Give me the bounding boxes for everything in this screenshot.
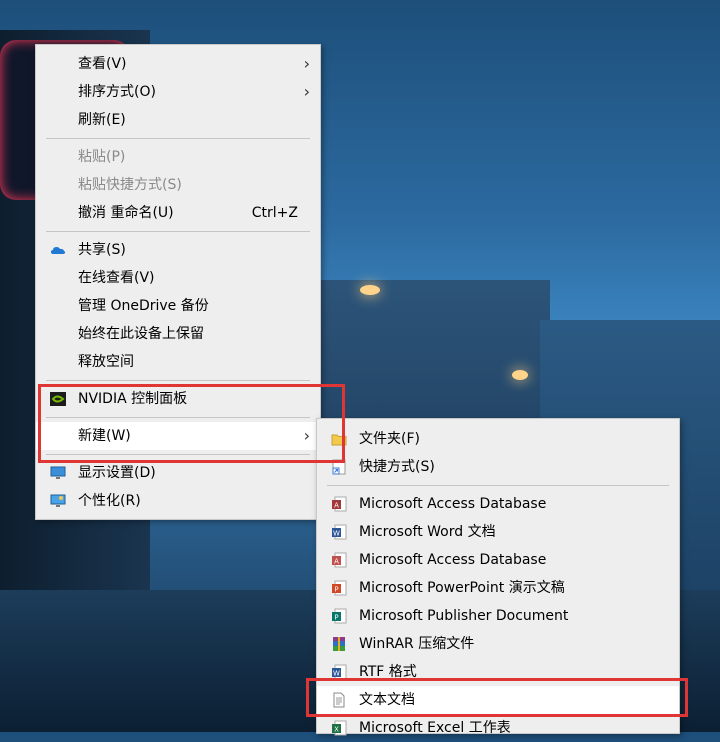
- menu-item-paste: 粘贴(P): [36, 143, 320, 171]
- menu-item-sort[interactable]: 排序方式(O) ›: [36, 78, 320, 106]
- menu-separator: [46, 231, 310, 232]
- nvidia-icon: [50, 392, 66, 406]
- display-icon: [50, 466, 66, 479]
- menu-item-view[interactable]: 查看(V) ›: [36, 50, 320, 78]
- submenu-item-powerpoint[interactable]: P Microsoft PowerPoint 演示文稿: [317, 574, 679, 602]
- menu-item-free-space[interactable]: 释放空间: [36, 348, 320, 376]
- menu-item-always-keep[interactable]: 始终在此设备上保留: [36, 320, 320, 348]
- menu-item-label: 粘贴(P): [78, 149, 126, 165]
- submenu-item-label: 文本文档: [359, 692, 415, 708]
- submenu-item-folder[interactable]: 文件夹(F): [317, 425, 679, 453]
- svg-text:W: W: [333, 670, 340, 678]
- submenu-item-label: Microsoft Excel 工作表: [359, 720, 511, 736]
- access-icon: A: [332, 552, 347, 568]
- new-submenu: 文件夹(F) 快捷方式(S) A Microsoft Access Databa…: [316, 418, 680, 736]
- svg-text:P: P: [334, 614, 338, 622]
- menu-item-label: 在线查看(V): [78, 270, 155, 286]
- submenu-item-access-database-2[interactable]: A Microsoft Access Database: [317, 546, 679, 574]
- menu-item-label: 始终在此设备上保留: [78, 326, 204, 342]
- onedrive-cloud-icon: [51, 247, 66, 254]
- chevron-right-icon: ›: [303, 82, 310, 101]
- desktop-context-menu: 查看(V) › 排序方式(O) › 刷新(E) 粘贴(P) 粘贴快捷方式(S) …: [35, 44, 321, 520]
- menu-item-label: 释放空间: [78, 354, 134, 370]
- word-icon: W: [332, 524, 347, 540]
- submenu-item-label: Microsoft Access Database: [359, 552, 547, 568]
- menu-item-nvidia-control-panel[interactable]: NVIDIA 控制面板: [36, 385, 320, 413]
- submenu-item-publisher[interactable]: P Microsoft Publisher Document: [317, 602, 679, 630]
- svg-text:A: A: [334, 558, 339, 566]
- svg-text:P: P: [334, 586, 338, 594]
- publisher-icon: P: [332, 608, 347, 624]
- text-document-icon: [333, 692, 345, 708]
- menu-separator: [327, 485, 669, 486]
- svg-text:W: W: [333, 530, 340, 538]
- folder-icon: [331, 434, 347, 446]
- menu-separator: [46, 454, 310, 455]
- submenu-item-label: 文件夹(F): [359, 431, 420, 447]
- menu-item-display-settings[interactable]: 显示设置(D): [36, 459, 320, 487]
- submenu-item-label: Microsoft Word 文档: [359, 524, 496, 540]
- shortcut-icon: [332, 459, 346, 475]
- menu-item-label: 个性化(R): [78, 493, 141, 509]
- menu-item-label: 刷新(E): [78, 112, 126, 128]
- submenu-item-excel[interactable]: X Microsoft Excel 工作表: [317, 714, 679, 742]
- menu-item-refresh[interactable]: 刷新(E): [36, 106, 320, 134]
- powerpoint-icon: P: [332, 580, 347, 596]
- menu-separator: [46, 417, 310, 418]
- submenu-item-label: 快捷方式(S): [359, 459, 435, 475]
- menu-item-personalize[interactable]: 个性化(R): [36, 487, 320, 515]
- submenu-item-label: Microsoft Access Database: [359, 496, 547, 512]
- svg-text:A: A: [334, 502, 339, 510]
- wallpaper-street-lamp: [512, 370, 528, 380]
- menu-item-manage-onedrive-backup[interactable]: 管理 OneDrive 备份: [36, 292, 320, 320]
- menu-item-label: 撤消 重命名(U): [78, 205, 174, 221]
- submenu-item-word-document[interactable]: W Microsoft Word 文档: [317, 518, 679, 546]
- svg-text:X: X: [334, 726, 339, 734]
- menu-item-label: 共享(S): [78, 242, 126, 258]
- chevron-right-icon: ›: [303, 54, 310, 73]
- submenu-item-access-database[interactable]: A Microsoft Access Database: [317, 490, 679, 518]
- submenu-item-label: Microsoft Publisher Document: [359, 608, 569, 624]
- personalize-icon: [50, 494, 66, 507]
- menu-item-label: 查看(V): [78, 56, 127, 72]
- menu-item-shortcut: Ctrl+Z: [251, 205, 298, 221]
- menu-item-label: 新建(W): [78, 428, 131, 444]
- submenu-item-rtf[interactable]: W RTF 格式: [317, 658, 679, 686]
- submenu-item-label: Microsoft PowerPoint 演示文稿: [359, 580, 565, 596]
- submenu-item-text-document[interactable]: 文本文档: [317, 686, 679, 714]
- menu-item-label: 显示设置(D): [78, 465, 156, 481]
- excel-icon: X: [332, 720, 347, 736]
- submenu-item-label: RTF 格式: [359, 664, 417, 680]
- access-icon: A: [332, 496, 347, 512]
- menu-item-undo-rename[interactable]: 撤消 重命名(U) Ctrl+Z: [36, 199, 320, 227]
- chevron-right-icon: ›: [303, 426, 310, 445]
- menu-item-label: 粘贴快捷方式(S): [78, 177, 182, 193]
- menu-separator: [46, 380, 310, 381]
- menu-item-new[interactable]: 新建(W) ›: [36, 422, 320, 450]
- menu-item-paste-shortcut: 粘贴快捷方式(S): [36, 171, 320, 199]
- submenu-item-winrar[interactable]: WinRAR 压缩文件: [317, 630, 679, 658]
- rtf-icon: W: [332, 664, 347, 680]
- menu-item-view-online[interactable]: 在线查看(V): [36, 264, 320, 292]
- winrar-icon: [333, 637, 345, 651]
- menu-item-label: 排序方式(O): [78, 84, 156, 100]
- menu-item-label: 管理 OneDrive 备份: [78, 298, 209, 314]
- submenu-item-shortcut[interactable]: 快捷方式(S): [317, 453, 679, 481]
- wallpaper-street-lamp: [360, 285, 380, 295]
- menu-item-share[interactable]: 共享(S): [36, 236, 320, 264]
- submenu-item-label: WinRAR 压缩文件: [359, 636, 475, 652]
- menu-item-label: NVIDIA 控制面板: [78, 391, 188, 407]
- menu-separator: [46, 138, 310, 139]
